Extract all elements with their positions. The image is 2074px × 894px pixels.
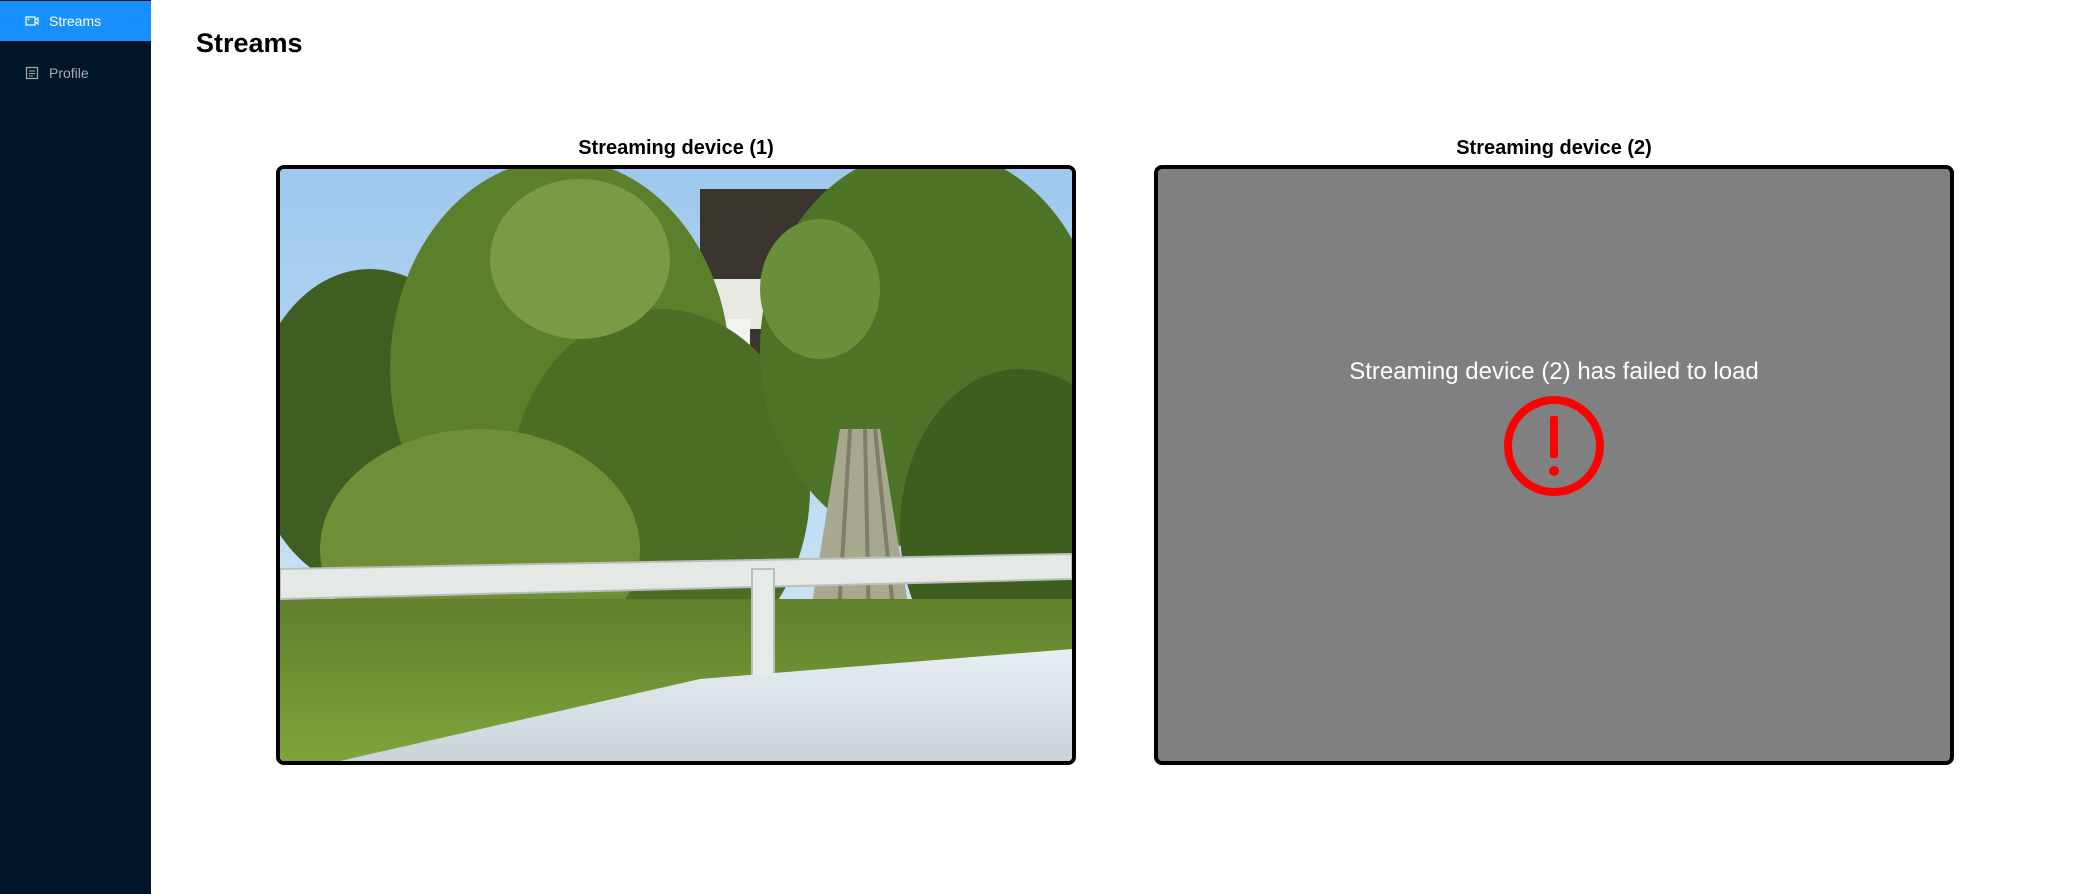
video-stream-failed: Streaming device (2) has failed to load bbox=[1154, 165, 1954, 765]
page-title: Streams bbox=[196, 28, 303, 58]
sidebar-item-streams[interactable]: Streams bbox=[0, 1, 151, 41]
stream-image bbox=[280, 169, 1072, 761]
app: Streams Profile Streams Streaming device… bbox=[0, 0, 2074, 894]
exclamation-circle-icon bbox=[1502, 394, 1606, 503]
device-title: Streaming device (1) bbox=[578, 137, 774, 159]
sidebar-item-label: Profile bbox=[49, 65, 89, 81]
video-camera-icon bbox=[25, 14, 39, 28]
sidebar-item-profile[interactable]: Profile bbox=[0, 53, 151, 93]
stream-device-1: Streaming device (1) bbox=[276, 134, 1076, 765]
main-content: Streams Streaming device (1) Streaming d… bbox=[151, 0, 2074, 894]
sidebar: Streams Profile bbox=[0, 0, 151, 894]
device-title: Streaming device (2) bbox=[1456, 137, 1652, 159]
error-message: Streaming device (2) has failed to load bbox=[1349, 357, 1759, 385]
profile-icon bbox=[25, 66, 39, 80]
sidebar-item-label: Streams bbox=[49, 13, 102, 29]
video-stream[interactable] bbox=[276, 165, 1076, 765]
stream-device-2: Streaming device (2) Streaming device (2… bbox=[1154, 134, 1954, 765]
